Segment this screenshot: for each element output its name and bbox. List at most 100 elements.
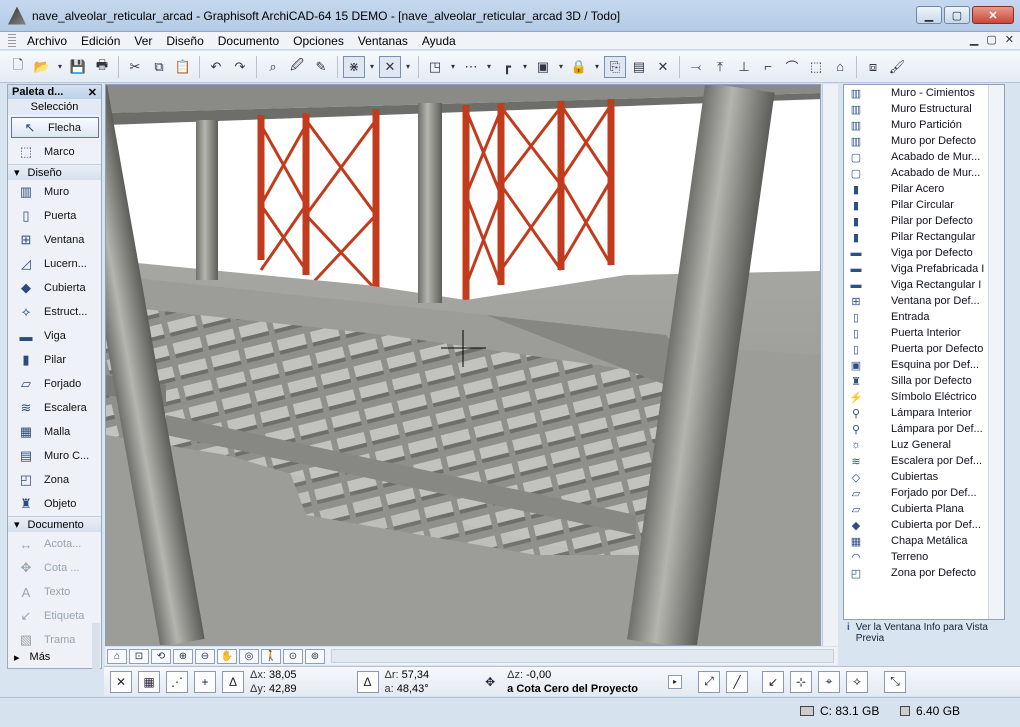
align-icon[interactable]: ┏ bbox=[496, 56, 518, 78]
palette-header[interactable]: Paleta d... ✕ bbox=[8, 85, 101, 99]
menu-documento[interactable]: Documento bbox=[211, 34, 286, 48]
zoom-in-icon[interactable]: ⊕ bbox=[173, 648, 193, 664]
object-item[interactable]: ▥ Muro - Cimientos bbox=[844, 85, 1004, 101]
open-dropdown-icon[interactable]: ▾ bbox=[55, 56, 65, 78]
menu-ver[interactable]: Ver bbox=[127, 34, 159, 48]
doc-restore-button[interactable]: ▢ bbox=[986, 33, 996, 46]
object-item[interactable]: ▯ Puerta por Defecto bbox=[844, 341, 1004, 357]
palette-group-document[interactable]: ▾ Documento bbox=[8, 516, 101, 532]
tool-marquee[interactable]: ⬚ Marco bbox=[8, 140, 101, 164]
doc-minimize-button[interactable]: ▁ bbox=[970, 33, 978, 46]
object-item[interactable]: ▱ Cubierta Plana bbox=[844, 501, 1004, 517]
object-item[interactable]: ◠ Terreno bbox=[844, 549, 1004, 565]
zoom-out-icon[interactable]: ⊖ bbox=[195, 648, 215, 664]
menu-archivo[interactable]: Archivo bbox=[20, 34, 74, 48]
menu-opciones[interactable]: Opciones bbox=[286, 34, 351, 48]
object-item[interactable]: ≋ Escalera por Def... bbox=[844, 453, 1004, 469]
pick-up-icon[interactable]: 🖉 bbox=[286, 56, 308, 78]
object-item[interactable]: ⚲ Lámpara Interior bbox=[844, 405, 1004, 421]
object-item[interactable]: ▥ Muro Partición bbox=[844, 117, 1004, 133]
intersect-icon[interactable]: ⊥ bbox=[733, 56, 755, 78]
object-item[interactable]: ⊞ Ventana por Def... bbox=[844, 293, 1004, 309]
tool-pilar[interactable]: ▮ Pilar bbox=[8, 348, 101, 372]
tool-estruct[interactable]: ⟡ Estruct... bbox=[8, 300, 101, 324]
dz-value[interactable]: -0,00 bbox=[526, 669, 551, 681]
layers-icon[interactable]: ◳ bbox=[424, 56, 446, 78]
curve-icon[interactable]: ⌒ bbox=[781, 56, 803, 78]
zoom-previous-icon[interactable]: ⊙ bbox=[283, 648, 303, 664]
measure-icon[interactable]: ⤡ bbox=[884, 670, 906, 693]
grid-icon[interactable]: ▦ bbox=[138, 670, 160, 693]
elevation-reference[interactable]: a Cota Cero del Proyecto bbox=[507, 682, 638, 696]
tool-puerta[interactable]: ▯ Puerta bbox=[8, 204, 101, 228]
x-icon[interactable]: ✕ bbox=[652, 56, 674, 78]
tool-lucern[interactable]: ◿ Lucern... bbox=[8, 252, 101, 276]
grid-display-icon[interactable]: ⋯ bbox=[460, 56, 482, 78]
guide-lines-dropdown-icon[interactable]: ▾ bbox=[403, 56, 413, 78]
object-item[interactable]: ◆ Cubierta por Def... bbox=[844, 517, 1004, 533]
lock-icon[interactable]: 🔒 bbox=[568, 56, 590, 78]
object-item[interactable]: ▬ Viga Rectangular I bbox=[844, 277, 1004, 293]
tool-objeto[interactable]: ♜ Objeto bbox=[8, 492, 101, 516]
magic-wand-icon[interactable]: ⟡ bbox=[846, 670, 868, 693]
split-icon[interactable]: ⤙ bbox=[685, 56, 707, 78]
dy-value[interactable]: 42,89 bbox=[269, 683, 297, 695]
object-item[interactable]: ⚲ Lámpara por Def... bbox=[844, 421, 1004, 437]
3d-viewport[interactable] bbox=[105, 84, 821, 646]
new-file-icon[interactable]: 🗋 bbox=[7, 56, 29, 78]
viewport-horizontal-scrollbar[interactable] bbox=[331, 649, 834, 663]
menu-diseno[interactable]: Diseño bbox=[159, 34, 210, 48]
tool-texto[interactable]: A Texto bbox=[8, 580, 101, 604]
print-icon[interactable]: 🖶 bbox=[91, 56, 113, 78]
trace-icon[interactable]: ⎘ bbox=[604, 55, 626, 78]
doc-close-button[interactable]: ✕ bbox=[1005, 33, 1014, 46]
palette-group-design[interactable]: ▾ Diseño bbox=[8, 164, 101, 180]
zoom-fit-icon[interactable]: ⊡ bbox=[129, 648, 149, 664]
tool-malla[interactable]: ▦ Malla bbox=[8, 420, 101, 444]
lock-dropdown-icon[interactable]: ▾ bbox=[592, 56, 602, 78]
render-icon[interactable]: 🖌 bbox=[886, 56, 908, 78]
dx-value[interactable]: 38,05 bbox=[269, 669, 297, 681]
elevation-icon[interactable]: ✥ bbox=[479, 671, 501, 693]
explore-icon[interactable]: ◎ bbox=[239, 648, 259, 664]
fillet-icon[interactable]: ⌐ bbox=[757, 56, 779, 78]
grid-display-dropdown-icon[interactable]: ▾ bbox=[484, 56, 494, 78]
zoom-next-icon[interactable]: ⊚ bbox=[305, 648, 325, 664]
relative-origin-icon[interactable]: + bbox=[194, 670, 216, 693]
object-item[interactable]: ▮ Pilar Circular bbox=[844, 197, 1004, 213]
object-item[interactable]: ◇ Cubiertas bbox=[844, 469, 1004, 485]
object-item[interactable]: ▮ Pilar Rectangular bbox=[844, 229, 1004, 245]
tool-muro[interactable]: ▥ Muro bbox=[8, 180, 101, 204]
tool-arrow[interactable]: ↖ Flecha bbox=[11, 117, 99, 138]
snap-points-icon[interactable]: ⌖ bbox=[818, 670, 840, 693]
tool-viga[interactable]: ▬ Viga bbox=[8, 324, 101, 348]
delta-icon[interactable]: Δ bbox=[222, 670, 244, 693]
snap-grid-icon[interactable]: ⋰ bbox=[166, 670, 188, 693]
object-item[interactable]: ⚡ Símbolo Eléctrico bbox=[844, 389, 1004, 405]
object-item[interactable]: ▱ Forjado por Def... bbox=[844, 485, 1004, 501]
tool-cubierta[interactable]: ◆ Cubierta bbox=[8, 276, 101, 300]
object-item[interactable]: ♜ Silla por Defecto bbox=[844, 373, 1004, 389]
grid-snap-dropdown-icon[interactable]: ▾ bbox=[367, 56, 377, 78]
palette-more[interactable]: ▸ Más bbox=[14, 651, 50, 664]
object-item[interactable]: ☼ Luz General bbox=[844, 437, 1004, 453]
tool-etiqueta[interactable]: ↙ Etiqueta bbox=[8, 604, 101, 628]
menu-grip-icon[interactable] bbox=[8, 33, 16, 48]
group-icon[interactable]: ▣ bbox=[532, 56, 554, 78]
align-dropdown-icon[interactable]: ▾ bbox=[520, 56, 530, 78]
reference-dropdown-icon[interactable]: ▸ bbox=[668, 674, 682, 689]
tool-forjado[interactable]: ▱ Forjado bbox=[8, 372, 101, 396]
tool-acota[interactable]: ↔ Acota... bbox=[8, 532, 101, 556]
dr-value[interactable]: 57,34 bbox=[402, 669, 430, 681]
tool-escalera[interactable]: ≋ Escalera bbox=[8, 396, 101, 420]
minimize-button[interactable]: ▁ bbox=[916, 6, 942, 24]
layers-dropdown-icon[interactable]: ▾ bbox=[448, 56, 458, 78]
walk-icon[interactable]: 🚶 bbox=[261, 648, 281, 664]
copy-icon[interactable]: ⧉ bbox=[148, 56, 170, 78]
object-item[interactable]: ▮ Pilar Acero bbox=[844, 181, 1004, 197]
object-list-scrollbar[interactable] bbox=[988, 85, 1004, 619]
object-item[interactable]: ▬ Viga Prefabricada I bbox=[844, 261, 1004, 277]
tool-ventana[interactable]: ⊞ Ventana bbox=[8, 228, 101, 252]
view-home-icon[interactable]: ⌂ bbox=[107, 648, 127, 664]
object-item[interactable]: ▣ Esquina por Def... bbox=[844, 357, 1004, 373]
